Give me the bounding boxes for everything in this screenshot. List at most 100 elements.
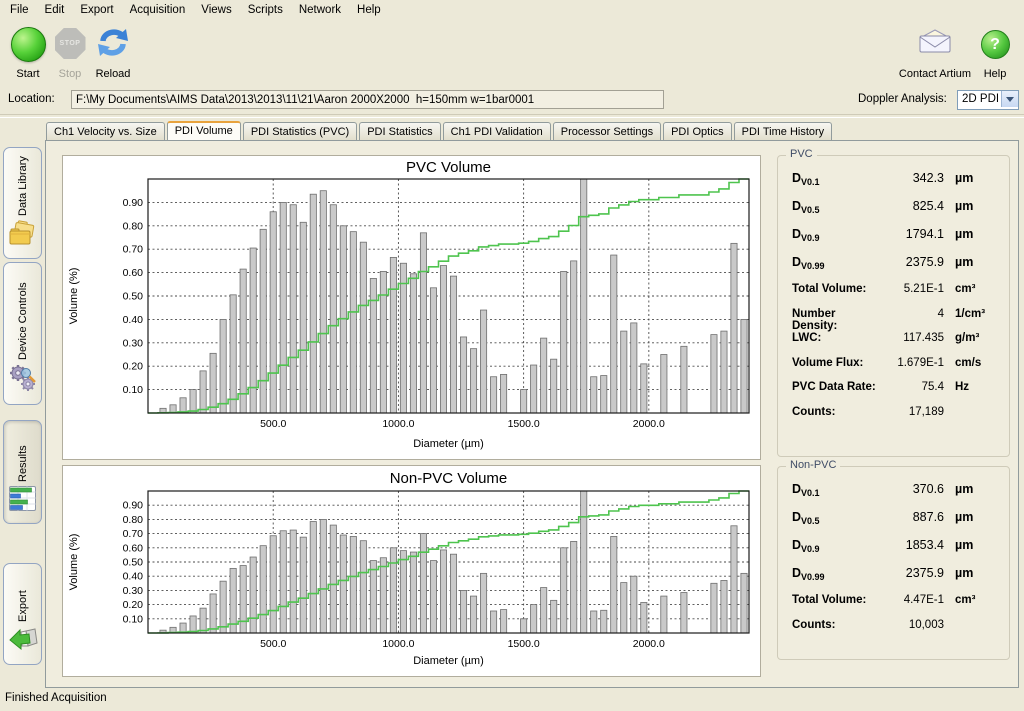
- help-icon: ?: [981, 30, 1010, 59]
- svg-text:0.20: 0.20: [123, 361, 144, 373]
- svg-text:1000.0: 1000.0: [382, 418, 414, 430]
- stat-row: PVC Data Rate:75.4Hz: [792, 381, 997, 406]
- dv-row: DV0.992375.9µm: [792, 255, 997, 283]
- tab-ch1-velocity-vs-size[interactable]: Ch1 Velocity vs. Size: [46, 122, 165, 141]
- gears-icon: [9, 364, 37, 397]
- dv-row: DV0.1342.3µm: [792, 171, 997, 199]
- stat-row: Volume Flux:1.679E-1cm/s: [792, 357, 997, 382]
- menu-scripts[interactable]: Scripts: [240, 2, 291, 18]
- stop-icon: STOP: [55, 28, 86, 59]
- dv-row: DV0.1370.6µm: [792, 482, 997, 510]
- start-button[interactable]: Start: [6, 19, 50, 81]
- stat-row: Total Volume:4.47E-1cm³: [792, 594, 997, 619]
- reload-icon: [90, 26, 136, 63]
- svg-text:2000.0: 2000.0: [633, 638, 665, 650]
- tab-pdi-statistics[interactable]: PDI Statistics: [359, 122, 440, 141]
- menu-views[interactable]: Views: [193, 2, 239, 18]
- pvc-groupbox-title: PVC: [786, 148, 817, 160]
- svg-text:1500.0: 1500.0: [508, 638, 540, 650]
- svg-text:0.20: 0.20: [123, 599, 144, 611]
- status-bar-text: Finished Acquisition: [5, 692, 107, 704]
- svg-text:0.10: 0.10: [123, 384, 144, 396]
- stat-row: LWC:117.435g/m³: [792, 332, 997, 357]
- svg-text:0.50: 0.50: [123, 557, 144, 569]
- folders-icon: [9, 220, 37, 251]
- results-chart-icon: [9, 486, 36, 516]
- tab-pdi-statistics-pvc-[interactable]: PDI Statistics (PVC): [243, 122, 357, 141]
- svg-text:0.70: 0.70: [123, 528, 144, 540]
- doppler-analysis-label: Doppler Analysis:: [858, 93, 947, 105]
- contact-artium-label: Contact Artium: [896, 68, 974, 80]
- sidebar-item-device-controls[interactable]: Device Controls: [3, 262, 42, 405]
- pdi-volume-tab-panel: 0.10 0.20 0.30 0.40 0.50 0.60 0.70 0.80 0.90 500.…: [45, 140, 1019, 688]
- svg-text:0.90: 0.90: [123, 500, 144, 512]
- non-pvc-stats-groupbox: Non-PVC DV0.1370.6µmDV0.5887.6µmDV0.9185…: [777, 466, 1010, 660]
- tab-pdi-time-history[interactable]: PDI Time History: [734, 122, 833, 141]
- stop-button-label: Stop: [50, 68, 90, 80]
- main-content: Ch1 Velocity vs. SizePDI VolumePDI Stati…: [45, 121, 1019, 688]
- svg-text:0.30: 0.30: [123, 585, 144, 597]
- dv-row: DV0.91794.1µm: [792, 227, 997, 255]
- svg-text:0.50: 0.50: [123, 291, 144, 303]
- svg-text:2000.0: 2000.0: [633, 418, 665, 430]
- svg-text:500.0: 500.0: [260, 638, 286, 650]
- menu-export[interactable]: Export: [72, 2, 121, 18]
- svg-text:0.70: 0.70: [123, 244, 144, 256]
- svg-text:0.40: 0.40: [123, 314, 144, 326]
- envelope-icon: [896, 28, 974, 57]
- start-button-label: Start: [6, 68, 50, 80]
- svg-text:Non-PVC Volume: Non-PVC Volume: [390, 470, 508, 487]
- reload-button[interactable]: Reload: [90, 19, 136, 81]
- tab-ch1-pdi-validation[interactable]: Ch1 PDI Validation: [443, 122, 551, 141]
- location-input[interactable]: [71, 90, 664, 109]
- dv-row: DV0.5825.4µm: [792, 199, 997, 227]
- doppler-analysis-select[interactable]: 2D PDI: [957, 90, 1019, 110]
- menu-file[interactable]: File: [2, 2, 37, 18]
- svg-text:0.10: 0.10: [123, 613, 144, 625]
- help-button[interactable]: ? Help: [975, 19, 1015, 81]
- aims-application-window: { "menu": {"items": ["File","Edit","Expo…: [0, 0, 1024, 711]
- tab-pdi-volume[interactable]: PDI Volume: [167, 121, 241, 140]
- sidebar-item-results[interactable]: Results: [3, 420, 42, 524]
- sidebar-item-export[interactable]: Export: [3, 563, 42, 665]
- sidebar-data-library-label: Data Library: [17, 156, 29, 216]
- stat-row: Total Volume:5.21E-1cm³: [792, 283, 997, 308]
- contact-artium-button[interactable]: Contact Artium: [896, 19, 974, 81]
- start-icon: [11, 27, 46, 62]
- location-label: Location:: [8, 93, 55, 105]
- tab-processor-settings[interactable]: Processor Settings: [553, 122, 661, 141]
- svg-text:0.40: 0.40: [123, 571, 144, 583]
- svg-text:PVC Volume: PVC Volume: [406, 159, 491, 176]
- tab-pdi-optics[interactable]: PDI Optics: [663, 122, 732, 141]
- stat-row: Counts:17,189: [792, 406, 997, 431]
- menu-help[interactable]: Help: [349, 2, 389, 18]
- toolbar: Start STOP Stop Reload Contact Artium ? …: [0, 19, 1024, 87]
- non-pvc-volume-chart: 0.10 0.20 0.30 0.40 0.50 0.60 0.70 0.80 0.90 500.…: [62, 465, 761, 677]
- menu-bar: FileEditExportAcquisitionViewsScriptsNet…: [0, 0, 1024, 19]
- svg-text:0.60: 0.60: [123, 267, 144, 279]
- svg-text:0.90: 0.90: [123, 197, 144, 209]
- svg-text:0.60: 0.60: [123, 542, 144, 554]
- menu-edit[interactable]: Edit: [37, 2, 73, 18]
- location-row: Location: Doppler Analysis: 2D PDI: [0, 88, 1024, 114]
- svg-text:Diameter (µm): Diameter (µm): [413, 655, 484, 667]
- svg-text:Volume (%): Volume (%): [68, 268, 80, 325]
- help-button-label: Help: [975, 68, 1015, 80]
- non-pvc-groupbox-title: Non-PVC: [786, 459, 840, 471]
- svg-text:0.80: 0.80: [123, 514, 144, 526]
- dv-row: DV0.91853.4µm: [792, 538, 997, 566]
- reload-button-label: Reload: [90, 68, 136, 80]
- menu-network[interactable]: Network: [291, 2, 349, 18]
- sidebar-device-controls-label: Device Controls: [17, 271, 29, 360]
- svg-text:1000.0: 1000.0: [382, 638, 414, 650]
- svg-text:1500.0: 1500.0: [508, 418, 540, 430]
- tab-strip: Ch1 Velocity vs. SizePDI VolumePDI Stati…: [45, 121, 834, 141]
- svg-text:Volume (%): Volume (%): [68, 534, 80, 591]
- chevron-down-icon[interactable]: [1001, 91, 1018, 107]
- pvc-stats-groupbox: PVC DV0.1342.3µmDV0.5825.4µmDV0.91794.1µ…: [777, 155, 1010, 457]
- svg-text:Diameter (µm): Diameter (µm): [413, 438, 484, 450]
- dv-row: DV0.5887.6µm: [792, 510, 997, 538]
- sidebar-item-data-library[interactable]: Data Library: [3, 147, 42, 259]
- menu-acquisition[interactable]: Acquisition: [122, 2, 194, 18]
- stat-row: Number Density:41/cm³: [792, 308, 997, 333]
